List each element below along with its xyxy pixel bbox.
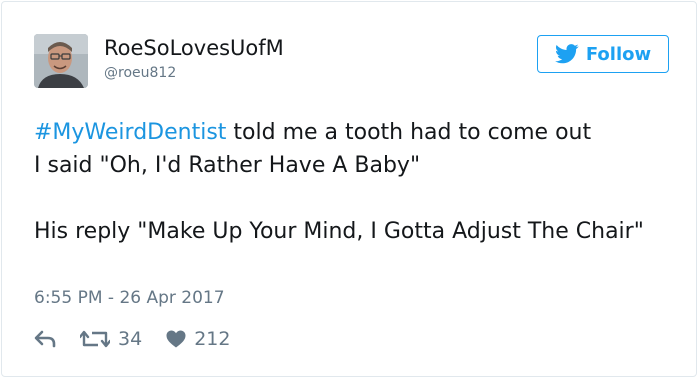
like-count: 212 <box>194 328 231 350</box>
reply-button[interactable] <box>34 330 56 348</box>
retweet-button[interactable]: 34 <box>80 328 142 350</box>
tweet-line-2: I said "Oh, I'd Rather Have A Baby" <box>34 153 421 178</box>
tweet-card: RoeSoLovesUofM @roeu812 Follow #MyWeirdD… <box>1 1 697 377</box>
tweet-reply-line: His reply "Make Up Your Mind, I Gotta Ad… <box>34 219 644 244</box>
avatar[interactable] <box>34 34 88 88</box>
hashtag-link[interactable]: #MyWeirdDentist <box>34 120 226 145</box>
tweet-actions: 34 212 <box>34 324 230 354</box>
avatar-image <box>34 34 88 88</box>
twitter-bird-icon <box>554 44 579 64</box>
heart-icon <box>166 330 186 348</box>
like-button[interactable]: 212 <box>166 328 230 350</box>
follow-button[interactable]: Follow <box>537 35 669 73</box>
tweet-timestamp[interactable]: 6:55 PM - 26 Apr 2017 <box>34 287 225 309</box>
user-handle[interactable]: @roeu812 <box>104 64 176 82</box>
display-name[interactable]: RoeSoLovesUofM <box>104 35 284 61</box>
tweet-line-1-text: told me a tooth had to come out <box>226 120 592 145</box>
retweet-icon <box>80 330 110 348</box>
tweet-body: #MyWeirdDentist told me a tooth had to c… <box>34 116 664 248</box>
tweet-line-1: #MyWeirdDentist told me a tooth had to c… <box>34 116 664 149</box>
reply-arrow-icon <box>34 330 56 348</box>
retweet-count: 34 <box>118 328 143 350</box>
follow-label: Follow <box>585 43 652 65</box>
